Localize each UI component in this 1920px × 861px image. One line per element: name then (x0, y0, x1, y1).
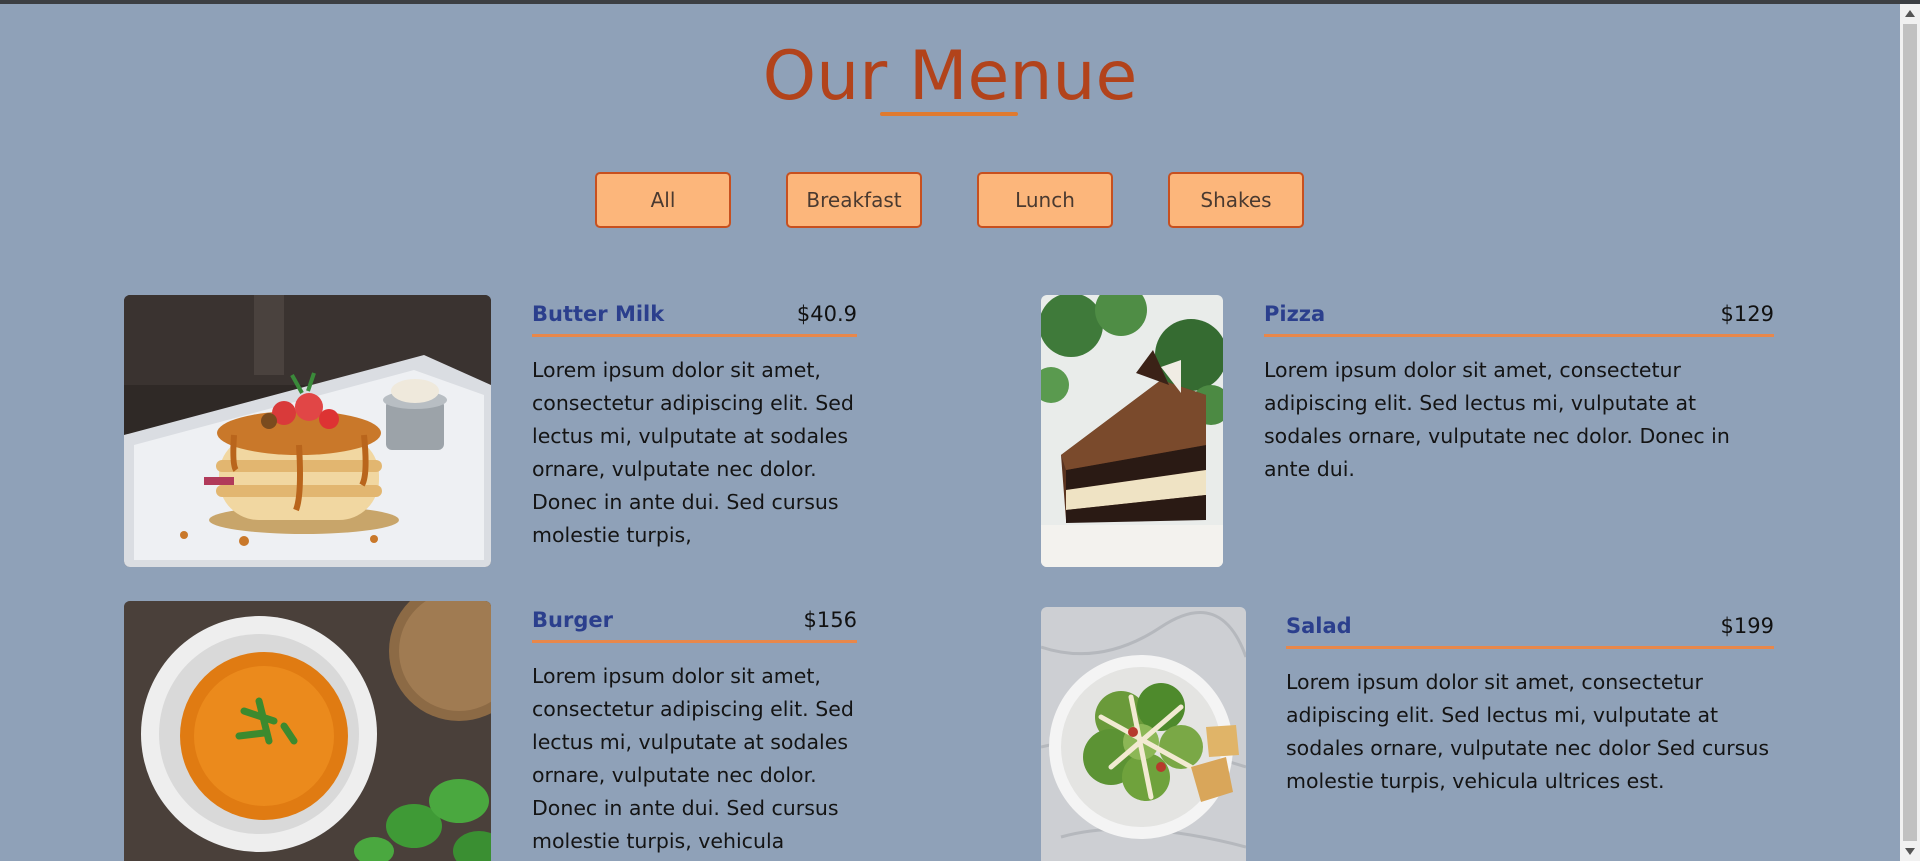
filter-breakfast-button[interactable]: Breakfast (786, 172, 922, 228)
chocolate-cake-slice-photo (1041, 295, 1223, 567)
item-name[interactable]: Butter Milk (532, 302, 664, 326)
item-name[interactable]: Pizza (1264, 302, 1325, 326)
caesar-salad-photo (1041, 607, 1246, 861)
filter-lunch-button[interactable]: Lunch (977, 172, 1113, 228)
vertical-scrollbar[interactable] (1900, 4, 1920, 861)
item-description: Lorem ipsum dolor sit amet, consectetur … (532, 358, 854, 547)
filter-shakes-button[interactable]: Shakes (1168, 172, 1304, 228)
filter-bar: All Breakfast Lunch Shakes (0, 172, 1900, 232)
item-header: Salad $199 (1286, 614, 1774, 649)
pancake-stack-photo (124, 295, 491, 567)
item-price: $199 (1720, 614, 1774, 638)
item-description: Lorem ipsum dolor sit amet, consectetur … (532, 664, 854, 853)
menu-page: Our Menue All Breakfast Lunch Shakes But… (0, 4, 1900, 861)
tomato-soup-bowl-photo (124, 601, 491, 861)
item-description: Lorem ipsum dolor sit amet, consectetur … (1286, 670, 1770, 793)
item-price: $129 (1720, 302, 1774, 326)
page-title: Our Menue (762, 37, 1138, 116)
item-name[interactable]: Salad (1286, 614, 1352, 638)
item-header: Pizza $129 (1264, 302, 1774, 337)
item-name[interactable]: Burger (532, 608, 613, 632)
scroll-down-arrow-icon[interactable] (1905, 848, 1915, 855)
item-price: $156 (803, 608, 857, 632)
item-header: Butter Milk $40.9 (532, 302, 857, 337)
item-header: Burger $156 (532, 608, 857, 643)
filter-all-button[interactable]: All (595, 172, 731, 228)
title-underline (880, 112, 1018, 116)
item-price: $40.9 (796, 302, 857, 326)
item-description: Lorem ipsum dolor sit amet, consectetur … (1264, 358, 1730, 481)
scroll-up-arrow-icon[interactable] (1905, 10, 1915, 17)
scroll-thumb[interactable] (1903, 24, 1917, 841)
